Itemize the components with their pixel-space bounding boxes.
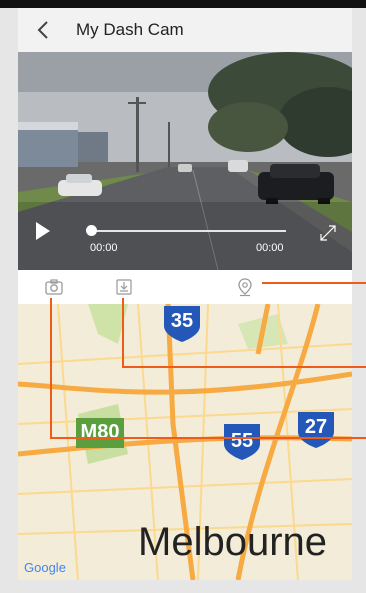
download-icon[interactable] xyxy=(114,277,134,297)
duration-time: 00:00 xyxy=(256,242,284,254)
location-pin-icon[interactable] xyxy=(235,277,255,297)
seek-bar[interactable] xyxy=(90,230,286,232)
app-screen: My Dash Cam 00:00 00:00 35 55 27 M80 Mel… xyxy=(18,8,352,580)
current-time: 00:00 xyxy=(90,242,118,254)
motorway-label: M80 xyxy=(80,421,120,443)
seek-handle[interactable] xyxy=(86,225,97,236)
media-toolbar xyxy=(18,270,352,304)
player-controls: 00:00 00:00 xyxy=(18,52,352,270)
status-bar xyxy=(0,0,366,8)
city-label: Melbourne xyxy=(138,520,328,564)
back-arrow-icon[interactable] xyxy=(32,18,56,42)
highway-label-55: 55 xyxy=(230,430,254,452)
map-attribution: Google xyxy=(24,560,66,575)
app-header: My Dash Cam xyxy=(18,8,352,52)
highway-label-35: 35 xyxy=(170,310,194,332)
map-view[interactable]: 35 55 27 M80 Melbourne Google xyxy=(18,304,352,580)
fullscreen-icon[interactable] xyxy=(319,224,337,242)
play-icon[interactable] xyxy=(34,220,52,242)
video-player[interactable]: 00:00 00:00 xyxy=(18,52,352,270)
camera-icon[interactable] xyxy=(44,277,64,297)
page-title: My Dash Cam xyxy=(76,20,184,39)
highway-label-27: 27 xyxy=(304,416,328,438)
